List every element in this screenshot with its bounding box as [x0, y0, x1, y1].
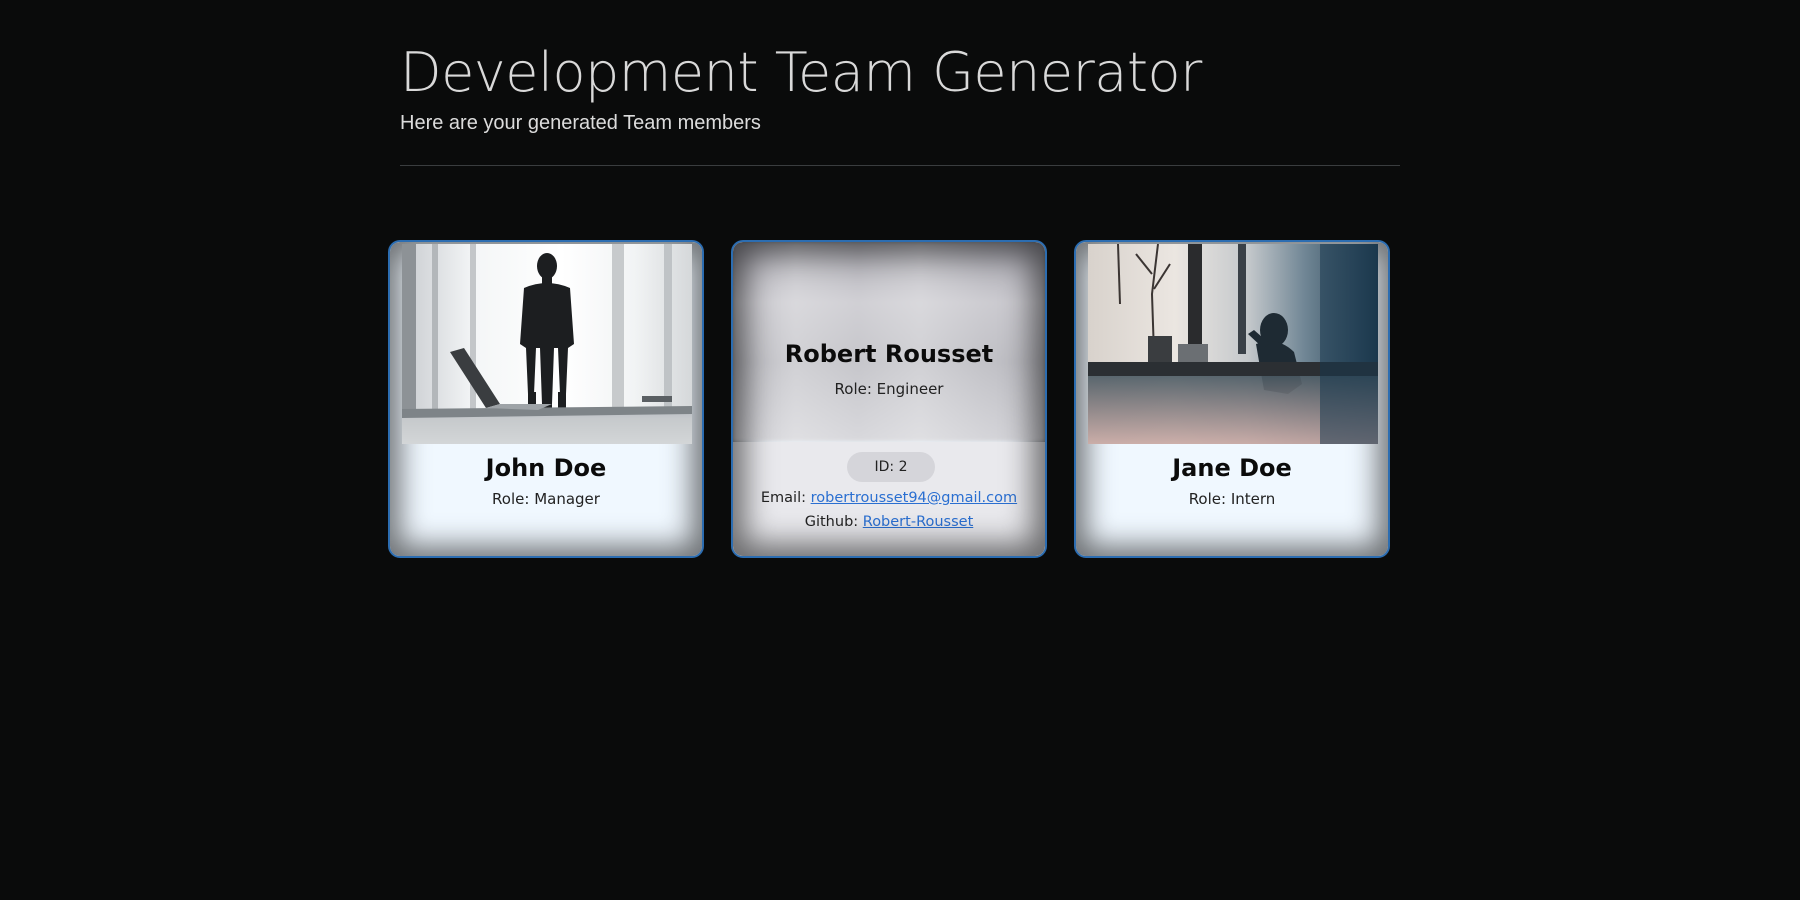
member-name: Robert Rousset [784, 340, 994, 368]
header-divider [400, 165, 1400, 166]
email-label: Email: [760, 490, 811, 506]
github-label: Github: [804, 514, 863, 530]
team-member-card-manager[interactable]: John Doe Role: Manager [388, 240, 704, 558]
card-body: John Doe Role: Manager [390, 452, 702, 508]
member-role: Role: Intern [1188, 490, 1276, 508]
member-github-line: Github: Robert-Rousset [733, 514, 1045, 530]
member-photo [402, 244, 692, 444]
email-link[interactable]: robertrousset94@gmail.com [811, 490, 1018, 506]
member-id-badge: ID: 2 [847, 452, 935, 482]
team-member-card-intern[interactable]: Jane Doe Role: Intern [1074, 240, 1390, 558]
github-link[interactable]: Robert-Rousset [863, 514, 974, 530]
member-role: Role: Engineer [834, 380, 944, 398]
team-member-card-engineer[interactable]: Robert Rousset Role: Engineer ID: 2 Emai… [731, 240, 1047, 558]
page-header: Development Team Generator Here are your… [400, 38, 1400, 135]
team-cards: John Doe Role: Manager Robert Rousset Ro… [388, 240, 1398, 560]
page-title: Development Team Generator [400, 41, 1202, 104]
member-photo [1088, 244, 1378, 444]
card-body: Jane Doe Role: Intern [1076, 452, 1388, 508]
member-name: John Doe [485, 454, 607, 482]
member-email-line: Email: robertrousset94@gmail.com [733, 490, 1045, 506]
member-name: Jane Doe [1172, 454, 1292, 482]
page-subtitle: Here are your generated Team members [400, 112, 761, 134]
member-role: Role: Manager [492, 490, 600, 508]
